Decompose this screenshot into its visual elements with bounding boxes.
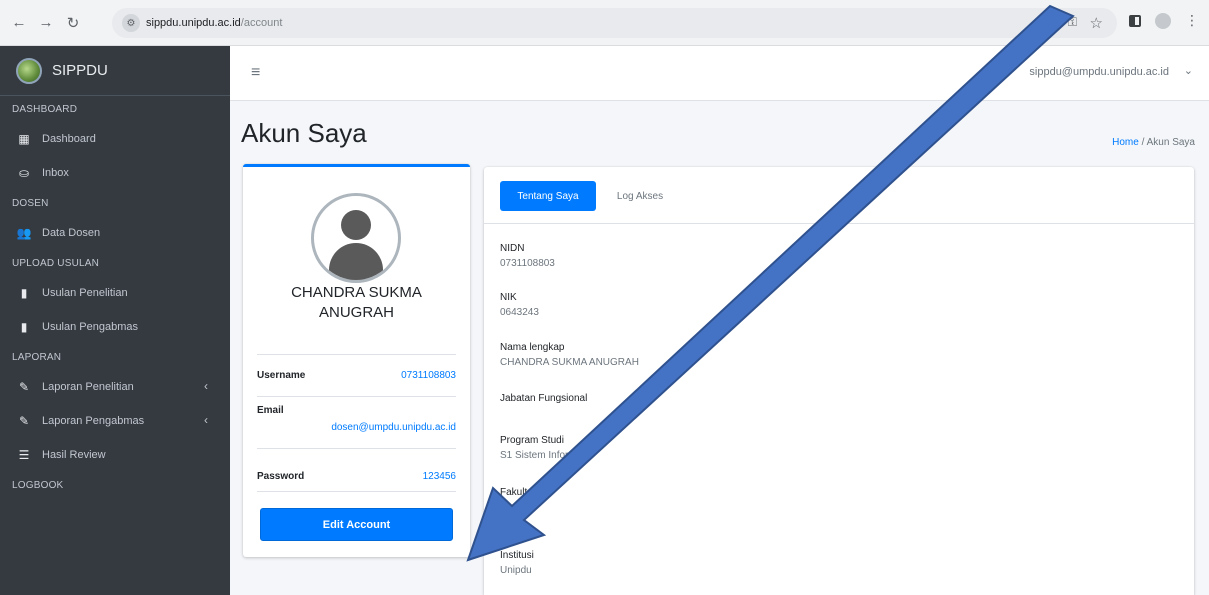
side-panel-icon[interactable] bbox=[1129, 14, 1141, 27]
email-row: Email dosen@umpdu.unipdu.ac.id bbox=[257, 396, 456, 448]
nav-header: LOGBOOK bbox=[12, 479, 64, 491]
chevron-down-icon[interactable]: ⌄ bbox=[1184, 64, 1193, 77]
field-jabatan-fungsional: Jabatan Fungsional bbox=[500, 393, 587, 408]
nav-header: LAPORAN bbox=[12, 351, 62, 363]
brand-link[interactable]: SIPPDU bbox=[0, 46, 230, 96]
sidebar-item-inbox[interactable]: ⛀ Inbox bbox=[0, 156, 230, 190]
sidebar-item-label: Usulan Pengabmas bbox=[42, 321, 139, 333]
password-label: Password bbox=[257, 471, 305, 482]
sidebar-item-label: Inbox bbox=[42, 167, 69, 179]
user-email[interactable]: sippdu@umpdu.unipdu.ac.id bbox=[1029, 66, 1169, 78]
sidebar-item-label: Hasil Review bbox=[42, 449, 106, 461]
sidebar-item-label: Laporan Penelitian bbox=[42, 381, 134, 393]
field-label: Program Studi bbox=[500, 435, 564, 446]
sidebar-item-laporan-pengabmas[interactable]: ✎ Laporan Pengabmas ‹ bbox=[0, 404, 230, 438]
field-nama-lengkap: Nama lengkap CHANDRA SUKMA ANUGRAH bbox=[500, 342, 639, 368]
email-value[interactable]: dosen@umpdu.unipdu.ac.id bbox=[331, 422, 456, 433]
sidebar-item-label: Laporan Pengabmas bbox=[42, 415, 145, 427]
breadcrumb-home-link[interactable]: Home bbox=[1112, 137, 1139, 148]
reload-icon[interactable]: ↻ bbox=[62, 12, 84, 34]
sidebar-item-label: Usulan Penelitian bbox=[42, 287, 128, 299]
username-value[interactable]: 0731108803 bbox=[401, 370, 456, 381]
field-nidn: NIDN 0731108803 bbox=[500, 243, 555, 269]
breadcrumb-current: Akun Saya bbox=[1146, 137, 1195, 148]
password-key-icon[interactable]: ⚿ bbox=[1068, 15, 1077, 30]
sidebar-item-usulan-pengabmas[interactable]: ▮ Usulan Pengabmas bbox=[0, 310, 230, 344]
file-icon: ▮ bbox=[20, 320, 28, 334]
site-info-icon[interactable]: ⚙ bbox=[122, 14, 140, 32]
bookmark-star-icon[interactable]: ☆ bbox=[1090, 14, 1103, 32]
field-value: CHANDRA SUKMA ANUGRAH bbox=[500, 357, 639, 368]
chevron-left-icon: ‹ bbox=[204, 379, 208, 393]
field-value: 0731108803 bbox=[500, 258, 555, 269]
inbox-icon: ⛀ bbox=[18, 166, 30, 180]
field-value: Unipdu bbox=[500, 565, 532, 576]
field-value: - bbox=[500, 502, 504, 513]
profile-name: CHANDRA SUKMA ANUGRAH bbox=[291, 284, 422, 321]
password-value[interactable]: 123456 bbox=[423, 471, 456, 482]
chevron-left-icon: ‹ bbox=[204, 413, 208, 427]
field-fakultas: Fakultas - bbox=[500, 487, 538, 513]
grid-icon: ▦ bbox=[18, 132, 30, 146]
sidebar: SIPPDU DASHBOARD ▦ Dashboard ⛀ Inbox DOSEN 👥 Da… bbox=[0, 46, 230, 595]
page-title: Akun Saya bbox=[241, 118, 367, 148]
username-label: Username bbox=[257, 370, 306, 381]
email-label: Email bbox=[257, 405, 284, 416]
url-host: sippdu.unipdu.ac.id bbox=[146, 17, 241, 29]
field-label: Nama lengkap bbox=[500, 342, 565, 353]
sidebar-item-dashboard[interactable]: ▦ Dashboard bbox=[0, 122, 230, 156]
field-label: Fakultas bbox=[500, 487, 538, 498]
field-label: NIDN bbox=[500, 243, 525, 254]
edit-icon: ✎ bbox=[18, 414, 30, 428]
top-navbar: ≡ sippdu@umpdu.unipdu.ac.id ⌄ bbox=[230, 46, 1209, 101]
detail-card: Tentang Saya Log Akses NIDN 0731108803 NIK… bbox=[484, 167, 1194, 595]
browser-toolbar: ← → ↻ ⚙ sippdu.unipdu.ac.id/account ⚿ ☆ … bbox=[0, 0, 1209, 46]
nav-header: DOSEN bbox=[12, 197, 49, 209]
sidebar-item-label: Data Dosen bbox=[42, 227, 101, 239]
url-path: /account bbox=[240, 17, 283, 29]
hamburger-menu-icon[interactable]: ≡ bbox=[251, 64, 260, 82]
edit-icon: ✎ bbox=[18, 380, 30, 394]
field-value: 0643243 bbox=[500, 307, 539, 318]
field-value: S1 Sistem Informasi bbox=[500, 450, 590, 461]
field-program-studi: Program Studi S1 Sistem Informasi bbox=[500, 435, 589, 461]
users-icon: 👥 bbox=[16, 226, 32, 240]
tab-log-akses[interactable]: Log Akses bbox=[610, 181, 670, 211]
menu-kebab-icon[interactable]: ⋮ bbox=[1185, 12, 1199, 29]
breadcrumb-separator: / bbox=[1141, 137, 1145, 148]
list-icon: ☰ bbox=[18, 448, 30, 462]
nav-header: UPLOAD USULAN bbox=[12, 257, 100, 269]
field-label: Jabatan Fungsional bbox=[500, 393, 588, 404]
field-nik: NIK 0643243 bbox=[500, 292, 539, 318]
edit-account-button[interactable]: Edit Account bbox=[260, 508, 453, 541]
field-label: NIK bbox=[500, 292, 517, 303]
sidebar-nav: DASHBOARD ▦ Dashboard ⛀ Inbox DOSEN 👥 Data Dose… bbox=[0, 96, 230, 498]
sidebar-item-hasil-review[interactable]: ☰ Hasil Review bbox=[0, 438, 230, 472]
password-row: Password 123456 bbox=[257, 448, 456, 492]
profile-card: CHANDRA SUKMA ANUGRAH Username 073110880… bbox=[243, 164, 470, 557]
address-bar[interactable]: ⚙ sippdu.unipdu.ac.id/account ⚿ ☆ bbox=[112, 8, 1117, 38]
nav-header: DASHBOARD bbox=[12, 103, 78, 115]
file-icon: ▮ bbox=[20, 286, 28, 300]
breadcrumb: Home / Akun Saya bbox=[1112, 137, 1195, 148]
sidebar-item-data-dosen[interactable]: 👥 Data Dosen bbox=[0, 216, 230, 250]
tabs-bar: Tentang Saya Log Akses bbox=[484, 167, 1194, 224]
brand-text: SIPPDU bbox=[52, 62, 108, 79]
tab-tentang-saya[interactable]: Tentang Saya bbox=[500, 181, 596, 211]
field-label: Institusi bbox=[500, 550, 534, 561]
username-row: Username 0731108803 bbox=[257, 354, 456, 396]
back-icon[interactable]: ← bbox=[8, 12, 30, 34]
sidebar-item-usulan-penelitian[interactable]: ▮ Usulan Penelitian bbox=[0, 276, 230, 310]
avatar bbox=[311, 193, 401, 283]
profile-icon[interactable] bbox=[1155, 12, 1171, 29]
field-institusi: Institusi Unipdu bbox=[500, 550, 534, 576]
brand-logo-icon bbox=[16, 57, 42, 84]
sidebar-item-label: Dashboard bbox=[42, 133, 96, 145]
sidebar-item-laporan-penelitian[interactable]: ✎ Laporan Penelitian ‹ bbox=[0, 370, 230, 404]
forward-icon[interactable]: → bbox=[35, 12, 57, 34]
